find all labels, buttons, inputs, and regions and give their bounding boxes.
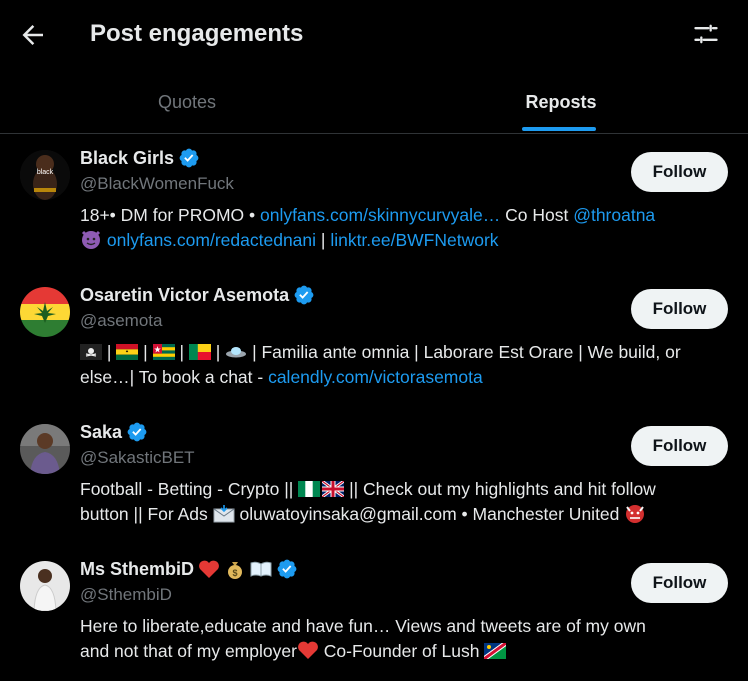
user-name[interactable]: Ms SthembiD [80,559,194,580]
bio-text: oluwatoyinsaka@gmail.com • Manchester Un… [234,504,625,524]
bio-text: | Familia ante omnia | Laborare Est Orar… [252,342,681,362]
user-handle: @SthembiD [80,585,172,604]
user-handle: @asemota [80,311,163,330]
user-name-row[interactable]: Osaretin Victor Asemota [80,284,315,306]
open-book-icon [250,561,272,577]
bio-link[interactable]: onlyfans.com/skinnycurvyale… [260,205,500,225]
bio-text: || Check out my highlights and hit follo… [344,479,656,499]
bio-text: Here to liberate,educate and have fun… V… [80,616,646,636]
nigeria-flag-icon [298,481,321,497]
user-name-row[interactable]: Black Girls [80,147,200,169]
follow-button[interactable]: Follow [631,289,728,329]
svg-text:$: $ [233,568,238,578]
verified-badge-icon [127,422,147,442]
pirate-flag-icon [80,344,102,360]
money-bag-icon: $ [228,562,243,579]
bio-link[interactable]: linktr.ee/BWFNetwork [330,230,498,250]
verified-badge-icon [294,285,314,305]
follow-button[interactable]: Follow [631,563,728,603]
ogre-mask-icon [626,505,645,523]
user-handle: @SakasticBET [80,448,195,467]
user-name[interactable]: Black Girls [80,148,174,169]
follow-button[interactable]: Follow [631,152,728,192]
bio-text: 18+• DM for PROMO • [80,205,260,225]
active-tab-indicator [522,127,596,131]
svg-text:black: black [37,169,54,176]
user-name-row[interactable]: Saka [80,421,148,443]
bio-text: Co Host [500,205,574,225]
envelope-icon [213,505,235,523]
verified-badge-icon [179,148,199,168]
avatar[interactable] [20,287,70,337]
user-bio: 18+• DM for PROMO • onlyfans.com/skinnyc… [80,203,720,253]
verified-badge-icon [277,559,297,579]
red-heart-icon [199,560,219,578]
avatar[interactable] [20,424,70,474]
user-name[interactable]: Saka [80,422,122,443]
header: Post engagements [0,0,748,70]
follow-button[interactable]: Follow [631,426,728,466]
namibia-flag-icon [482,640,508,662]
bio-link[interactable]: calendly.com/victorasemota [268,367,483,387]
red-heart-icon [298,641,318,659]
bio-text: and not that of my employer [80,641,297,661]
togo-flag-icon [152,344,175,360]
user-handle: @BlackWomenFuck [80,174,234,193]
user-name-row[interactable]: Ms SthembiD $ [80,558,298,580]
ufo-icon [226,347,247,358]
user-bio: Football - Betting - Crypto || || Check … [80,477,720,527]
tab-quotes[interactable]: Quotes [0,70,374,134]
bio-text: | [316,230,331,250]
page-title: Post engagements [90,20,304,47]
uk-flag-icon [321,479,346,499]
ghana-flag-icon [116,344,139,360]
user-bio: | | | | | Familia ante omnia | Laborare … [80,342,681,387]
bio-link[interactable]: onlyfans.com/redactednani [107,230,316,250]
bio-text: button || For Ads [80,504,213,524]
user-name[interactable]: Osaretin Victor Asemota [80,285,289,306]
back-arrow-icon[interactable] [18,20,48,50]
settings-sliders-icon[interactable] [692,20,720,48]
bio-text: Football - Betting - Crypto || [80,479,299,499]
benin-flag-icon [188,344,211,360]
tab-reposts[interactable]: Reposts [374,70,748,134]
bio-text: else…| To book a chat - [80,367,269,387]
tab-bar: Quotes Reposts [0,70,748,134]
smiling-imp-emoji-icon [81,230,101,249]
bio-mention[interactable]: @throatna [573,205,655,225]
avatar[interactable]: black [20,150,70,200]
avatar[interactable] [20,561,70,611]
bio-text: Co-Founder of Lush [318,641,485,661]
user-bio: Here to liberate,educate and have fun… V… [80,614,720,664]
